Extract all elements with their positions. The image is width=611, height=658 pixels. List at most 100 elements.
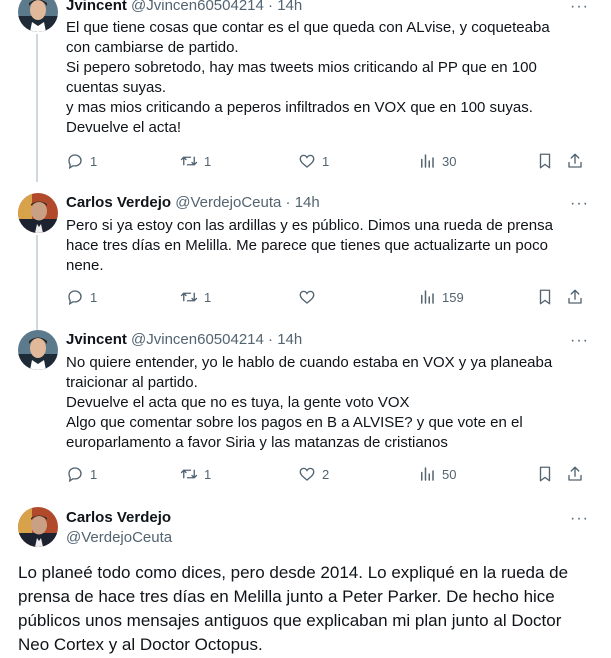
share-icon xyxy=(568,466,582,481)
views-icon xyxy=(421,290,434,304)
views-count: 159 xyxy=(442,289,464,305)
retweet-button[interactable]: 1 xyxy=(180,464,211,484)
reply-button[interactable]: 1 xyxy=(66,151,97,171)
tweet-line: Si pepero sobretodo, hay mas tweets mios… xyxy=(66,59,537,76)
views-button[interactable]: 50 xyxy=(418,464,456,484)
share-icon xyxy=(568,289,582,304)
like-button[interactable] xyxy=(298,287,322,307)
views-count: 50 xyxy=(442,466,457,482)
tweet-actions: 1 1 159 xyxy=(66,287,591,307)
reply-count: 1 xyxy=(90,466,98,482)
avatar[interactable] xyxy=(18,193,58,233)
tweet-text: No quiere entender, yo le hablo de cuand… xyxy=(66,353,566,453)
reply-button[interactable]: 1 xyxy=(66,287,97,307)
avatar[interactable] xyxy=(18,330,58,370)
like-count: 1 xyxy=(322,153,330,169)
tweet-text: El que tiene cosas que contar es el que … xyxy=(66,18,566,138)
like-button[interactable]: 2 xyxy=(298,464,329,484)
tweet-actions: 1 1 1 30 xyxy=(66,151,591,171)
tweet-header: Jvincent @Jvincen60504214 · 14h xyxy=(66,330,302,350)
share-icon xyxy=(568,153,582,168)
timestamp[interactable]: 14h xyxy=(277,331,302,348)
tweet-line: prensa de hace tres días en Melilla junt… xyxy=(18,587,555,606)
retweet-button[interactable]: 1 xyxy=(180,287,211,307)
avatar[interactable] xyxy=(18,507,58,547)
tweet-line: europarlamento a favor Siria y las matan… xyxy=(66,434,448,451)
retweet-icon xyxy=(180,156,198,166)
more-icon[interactable]: ··· xyxy=(570,333,589,349)
author-name[interactable]: Jvincent xyxy=(66,0,127,14)
retweet-button[interactable]: 1 xyxy=(180,151,211,171)
avatar-image xyxy=(18,507,58,547)
avatar-image xyxy=(18,330,58,370)
avatar-image xyxy=(18,193,58,233)
retweet-count: 1 xyxy=(204,289,212,305)
author-name[interactable]: Jvincent xyxy=(66,331,127,348)
bookmark-icon xyxy=(539,153,551,169)
views-count: 30 xyxy=(442,153,457,169)
thread-line xyxy=(36,235,38,332)
tweet[interactable]: Jvincent @Jvincen60504214 · 14h ··· El q… xyxy=(0,0,611,182)
retweet-count: 1 xyxy=(204,466,212,482)
reply-icon xyxy=(68,290,82,306)
like-icon xyxy=(299,154,315,168)
tweet-line: No quiere entender, yo le hablo de cuand… xyxy=(66,354,553,371)
reply-count: 1 xyxy=(90,289,98,305)
like-icon xyxy=(299,467,315,481)
tweet-line: con cambiarse de partido. xyxy=(66,39,239,56)
retweet-icon xyxy=(180,292,198,302)
share-button[interactable] xyxy=(566,287,584,307)
tweet-line: El que tiene cosas que contar es el que … xyxy=(66,19,550,36)
author-handle[interactable]: @Jvincen60504214 xyxy=(131,331,264,348)
tweet-header: Jvincent @Jvincen60504214 · 14h xyxy=(66,0,302,16)
tweet-text: Lo planeé todo como dices, pero desde 20… xyxy=(18,561,603,657)
reply-icon xyxy=(68,467,82,483)
tweet-line: públicos unos mensajes antiguos que expl… xyxy=(18,611,562,630)
tweet-actions: 1 1 2 50 xyxy=(66,464,591,484)
separator-dot: · xyxy=(285,194,291,211)
share-button[interactable] xyxy=(566,151,584,171)
avatar[interactable] xyxy=(18,0,58,32)
author-name[interactable]: Carlos Verdejo xyxy=(66,194,171,211)
retweet-count: 1 xyxy=(204,153,212,169)
tweet-line: Devuelve el acta! xyxy=(66,119,182,136)
reply-count: 1 xyxy=(90,153,98,169)
separator-dot: · xyxy=(268,331,274,348)
tweet[interactable]: Carlos Verdejo @VerdejoCeuta · 14h ··· P… xyxy=(0,183,611,332)
tweet-line: traicionar al partido. xyxy=(66,374,198,391)
separator-dot: · xyxy=(268,0,274,14)
more-icon[interactable]: ··· xyxy=(570,0,589,15)
reply-button[interactable]: 1 xyxy=(66,464,97,484)
like-icon xyxy=(299,290,315,304)
author-handle[interactable]: @Jvincen60504214 xyxy=(131,0,264,14)
like-count: 2 xyxy=(322,466,330,482)
tweet-line: Devuelve el acta que no es tuya, la gent… xyxy=(66,394,410,411)
thread-line xyxy=(36,34,38,182)
timestamp[interactable]: 14h xyxy=(295,194,320,211)
bookmark-icon xyxy=(539,466,551,482)
tweet[interactable]: Jvincent @Jvincen60504214 · 14h ··· No q… xyxy=(0,319,611,495)
views-icon xyxy=(421,154,434,168)
more-icon[interactable]: ··· xyxy=(570,511,589,527)
tweet-line: Lo planeé todo como dices, pero desde 20… xyxy=(18,563,569,582)
more-icon[interactable]: ··· xyxy=(570,196,589,212)
tweet-line: cuentas suyas. xyxy=(66,79,167,96)
bookmark-icon xyxy=(539,289,551,305)
tweet-line: hace tres días en Melilla. Me parece que… xyxy=(66,237,548,254)
bookmark-button[interactable] xyxy=(536,464,554,484)
author-name[interactable]: Carlos Verdejo xyxy=(66,508,171,528)
author-handle[interactable]: @VerdejoCeuta xyxy=(66,528,172,548)
views-button[interactable]: 30 xyxy=(418,151,456,171)
tweet-line: Neo Cortex y al Doctor Octopus. xyxy=(18,635,263,654)
bookmark-button[interactable] xyxy=(536,151,554,171)
like-button[interactable]: 1 xyxy=(298,151,329,171)
timestamp[interactable]: 14h xyxy=(277,0,302,14)
tweet-line: nene. xyxy=(66,257,104,274)
bookmark-button[interactable] xyxy=(536,287,554,307)
tweet-line: Pero si ya estoy con las ardillas y es p… xyxy=(66,217,553,234)
retweet-icon xyxy=(180,469,198,479)
main-tweet: Carlos Verdejo @VerdejoCeuta ··· Lo plan… xyxy=(0,495,611,658)
share-button[interactable] xyxy=(566,464,584,484)
views-button[interactable]: 159 xyxy=(418,287,464,307)
author-handle[interactable]: @VerdejoCeuta xyxy=(175,194,281,211)
